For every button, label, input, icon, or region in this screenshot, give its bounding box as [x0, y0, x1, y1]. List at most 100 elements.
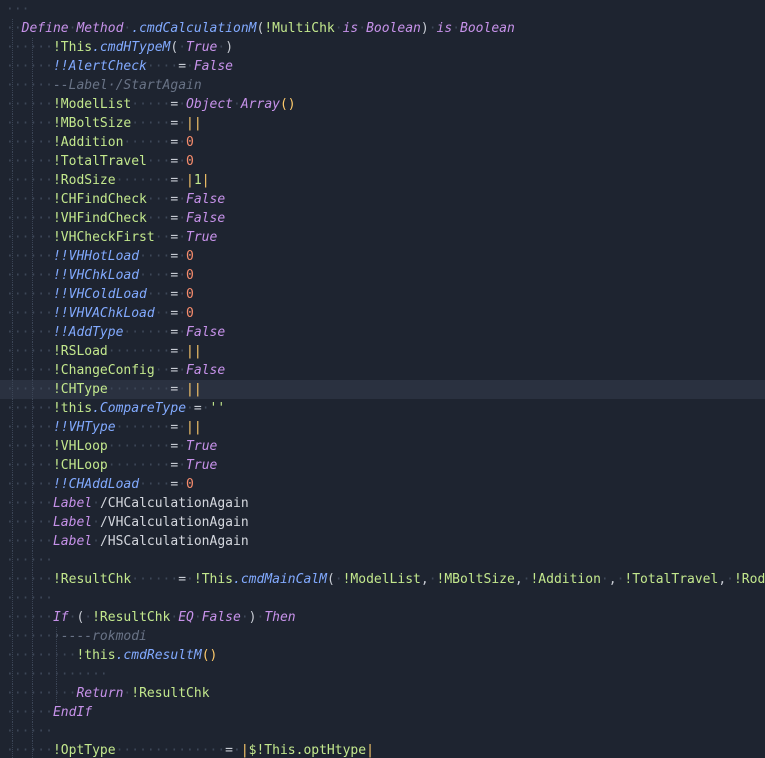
code-line[interactable]: ······!ResultChk······=·!This.cmdMainCal…: [0, 570, 765, 589]
indent-guide: [32, 494, 33, 513]
indent-guide: [12, 703, 13, 722]
code-token: !ModelList: [52, 97, 132, 112]
code-line[interactable]: ······!ChangeConfig··=·False: [0, 361, 765, 380]
code-line[interactable]: ······: [0, 551, 765, 570]
code-token: Label: [52, 496, 93, 511]
code-token: ·: [217, 40, 226, 55]
code-token: True: [186, 458, 218, 473]
indent-guide: [12, 551, 13, 570]
code-line[interactable]: ······Label·/HSCalculationAgain: [0, 532, 765, 551]
code-line[interactable]: ······EndIf: [0, 703, 765, 722]
code-token: !MBoltSize: [436, 572, 515, 587]
indent-guide: [12, 589, 13, 608]
code-token: ······: [6, 591, 53, 606]
code-token: ······: [6, 515, 53, 530]
code-token: ······: [6, 192, 53, 207]
code-line[interactable]: ······!VHFindCheck···=·False: [0, 209, 765, 228]
code-token: !RodSize: [733, 572, 765, 587]
indent-guide: [32, 228, 33, 247]
code-token: ······: [6, 686, 53, 701]
indent-guide: [12, 494, 13, 513]
code-token: ·····: [131, 116, 171, 131]
code-line[interactable]: ·············: [0, 665, 765, 684]
code-line[interactable]: ······!OptType··············=·|$!This.op…: [0, 741, 765, 758]
code-token: =: [193, 401, 202, 416]
indent-guide: [32, 171, 33, 190]
code-lines: ··· ··Define·Method·.cmdCalculationM(!Mul…: [0, 0, 765, 758]
code-line[interactable]: ······!!VHColdLoad···=·0: [0, 285, 765, 304]
code-line[interactable]: ······!This.cmdHTypeM(·True·): [0, 38, 765, 57]
code-token: !this: [76, 648, 116, 663]
code-token: !VHLoop: [52, 439, 108, 454]
indent-guide: [32, 380, 33, 399]
code-token: False: [201, 610, 241, 625]
code-token: !TotalTravel: [624, 572, 719, 587]
code-token: ······: [123, 135, 171, 150]
code-line[interactable]: ···: [0, 0, 765, 19]
indent-guide: [12, 190, 13, 209]
code-token: 0: [186, 249, 194, 264]
indent-guide: [12, 304, 13, 323]
code-token: False: [186, 211, 226, 226]
code-line[interactable]: ······If·(·!ResultChk·EQ·False·)·Then: [0, 608, 765, 627]
code-editor[interactable]: ··· ··Define·Method·.cmdCalculationM(!Mul…: [0, 0, 765, 758]
code-line[interactable]: ······Label·/CHCalculationAgain: [0, 494, 765, 513]
code-token: |: [201, 173, 210, 188]
code-line[interactable]: ······!!VHType·······=·||: [0, 418, 765, 437]
code-token: ···: [6, 2, 30, 17]
code-token: !This: [193, 572, 234, 587]
code-line[interactable]: ······!Addition······=·0: [0, 133, 765, 152]
code-line[interactable]: ······--Label·/StartAgain: [0, 76, 765, 95]
code-token: ||: [186, 420, 202, 435]
code-token: False: [186, 192, 226, 207]
code-line[interactable]: ······!!VHVAChkLoad··=·0: [0, 304, 765, 323]
code-line[interactable]: ······!RodSize·······=·|1|: [0, 171, 765, 190]
code-token: ······: [6, 420, 53, 435]
code-token: ······: [6, 230, 53, 245]
code-line[interactable]: ······!MBoltSize·····=·||: [0, 114, 765, 133]
indent-guide: [12, 684, 13, 703]
code-line[interactable]: ······: [0, 589, 765, 608]
indent-guide: [32, 133, 33, 152]
code-line[interactable]: ······!TotalTravel···=·0: [0, 152, 765, 171]
code-token: (): [201, 648, 218, 663]
code-line[interactable]: ······!!AddType······=·False: [0, 323, 765, 342]
indent-guide: [32, 285, 33, 304]
code-line[interactable]: ·········!this.cmdResultM(): [0, 646, 765, 665]
code-line[interactable]: ·······----rokmodi: [0, 627, 765, 646]
code-line[interactable]: ······: [0, 722, 765, 741]
code-token: !!VHType: [52, 420, 116, 435]
code-token: Return: [76, 686, 124, 701]
code-line[interactable]: ······!CHLoop········=·True: [0, 456, 765, 475]
code-line[interactable]: ······!VHCheckFirst··=·True: [0, 228, 765, 247]
code-token: .CompareType: [92, 401, 187, 416]
code-line[interactable]: ··Define·Method·.cmdCalculationM(!MultiC…: [0, 19, 765, 38]
code-line[interactable]: ·········Return·!ResultChk: [0, 684, 765, 703]
code-line[interactable]: ······!CHType········=·||: [0, 380, 765, 399]
code-token: ···: [146, 154, 171, 169]
code-line[interactable]: ······!VHLoop········=·True: [0, 437, 765, 456]
indent-guide: [32, 741, 33, 758]
code-line[interactable]: ······!!VHHotLoad····=·0: [0, 247, 765, 266]
code-token: ···: [146, 192, 171, 207]
code-line[interactable]: ······!this.CompareType·=·'': [0, 399, 765, 418]
code-line[interactable]: ······!RSLoad········=·||: [0, 342, 765, 361]
indent-guide: [32, 342, 33, 361]
code-line[interactable]: ······!ModelList·····=·Object·Array(): [0, 95, 765, 114]
code-token: !ChangeConfig: [52, 363, 155, 378]
indent-guide: [32, 247, 33, 266]
code-line[interactable]: ······Label·/VHCalculationAgain: [0, 513, 765, 532]
code-token: ··: [154, 363, 171, 378]
code-line[interactable]: ······!!AlertCheck····=·False: [0, 57, 765, 76]
code-line[interactable]: ······!CHFindCheck···=·False: [0, 190, 765, 209]
code-line[interactable]: ······!!VHChkLoad····=·0: [0, 266, 765, 285]
code-token: !!CHAddLoad: [52, 477, 140, 492]
code-line[interactable]: ······!!CHAddLoad····=·0: [0, 475, 765, 494]
code-token: ······: [6, 477, 53, 492]
code-token: EndIf: [52, 705, 93, 720]
code-token: ·······: [115, 420, 171, 435]
indent-guide: [12, 722, 13, 741]
code-token: ······: [6, 325, 53, 340]
indent-guide: [32, 684, 33, 703]
code-token: ||: [186, 382, 202, 397]
